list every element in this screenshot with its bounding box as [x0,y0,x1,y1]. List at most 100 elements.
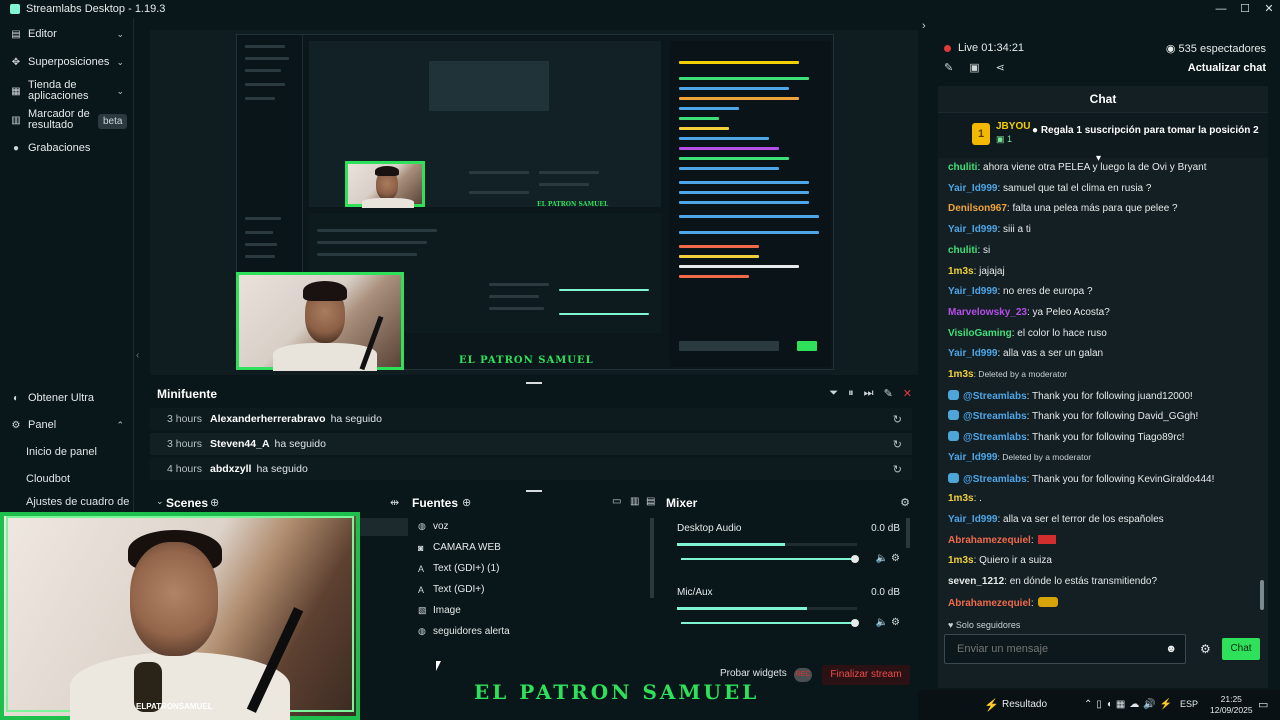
source-item[interactable]: A Text (GDI+) [418,584,484,595]
mute-icon[interactable]: 🔈 ⚙ [876,617,900,628]
chat-input-field[interactable]: ☻ [944,634,1186,664]
source-item[interactable]: ◙ CAMARA WEB [418,542,501,553]
refresh-chat-button[interactable]: Actualizar chat [1188,62,1266,74]
chat-message: chuliti: si [948,245,990,256]
sidebar-item-label: Panel [28,419,57,431]
source-settings-icon[interactable]: ▤ [646,496,655,507]
preview-webcam-overlay [236,272,404,371]
sidebar-item-overlays[interactable]: ✥ Superposiciones ⌄ [0,56,134,68]
chat-username[interactable]: Yair_Id999 [948,286,997,297]
mixer-settings-icon[interactable]: ⚙ [900,496,910,509]
chat-username[interactable]: Abrahamezequiel [948,598,1031,609]
chevron-right-icon[interactable]: › [922,20,926,32]
share-icon[interactable]: ⋖ [996,61,1005,74]
sidebar-item-panel[interactable]: ⚙ Panel ⌃ [0,419,134,431]
notification-icon[interactable]: ▭ [1258,698,1268,711]
edit-stream-icon[interactable]: ✎ [944,61,953,74]
sidebar-sub-panel-home[interactable]: Inicio de panel [26,446,97,458]
chat-username[interactable]: Yair_Id999 [948,348,997,359]
chat-username[interactable]: seven_1212 [948,576,1004,587]
minifeed-header: Minifuente ⏷ ⏸ ⏭ ✎ ✕ [150,384,918,404]
end-stream-button[interactable]: Finalizar stream [822,665,910,685]
chat-username[interactable]: @Streamlabs [963,432,1027,443]
chat-username[interactable]: Yair_Id999 [948,452,997,463]
mute-icon[interactable]: 🔈 ⚙ [876,553,900,564]
chat-username[interactable]: Abrahamezequiel [948,535,1031,546]
chat-username[interactable]: Yair_Id999 [948,224,997,235]
repeat-alert-icon[interactable]: ↻ [893,413,902,426]
chat-message: Yair_Id999: siii a ti [948,224,1031,235]
app-taskbar-icon[interactable]: ⚡ [984,698,999,712]
pause-icon[interactable]: ⏸ [848,387,854,400]
taskbar-app-label[interactable]: Resultado [1002,699,1047,710]
chat-username[interactable]: VisiloGaming [948,328,1012,339]
chat-username[interactable]: Denilson967 [948,203,1007,214]
maximize-button[interactable]: ☐ [1234,0,1256,18]
sidebar-item-recordings[interactable]: ● Grabaciones [0,142,134,154]
source-item[interactable]: ▧ Image [418,605,461,616]
sidebar-sub-frame-settings[interactable]: Ajustes de cuadro de [26,496,129,508]
sidebar-item-store[interactable]: ▦ Tienda de aplicaciones ⌄ [0,80,134,102]
chat-message: Yair_Id999: no eres de europa ? [948,286,1093,297]
source-item[interactable]: ◍ seguidores alerta [418,626,510,637]
source-item[interactable]: A Text (GDI+) (1) [418,563,499,574]
repeat-alert-icon[interactable]: ↻ [893,463,902,476]
repeat-alert-icon[interactable]: ↻ [893,438,902,451]
record-button[interactable]: REC [794,668,812,682]
chat-message: Yair_Id999: Deleted by a moderator [948,452,1091,463]
chat-username[interactable]: 1m3s [948,555,974,566]
feed-action: ha seguido [330,413,382,425]
title-bar: Streamlabs Desktop - 1.19.3 — ☐ ✕ [0,0,1280,18]
chat-username[interactable]: 1m3s [948,266,974,277]
chevron-down-icon[interactable]: ⌄ [156,496,164,507]
chat-username[interactable]: @Streamlabs [963,411,1027,422]
sidebar-sub-cloudbot[interactable]: Cloudbot [26,473,70,485]
chat-username[interactable]: 1m3s [948,369,974,380]
source-folder-icon[interactable]: ▥ [630,496,639,507]
filter-icon[interactable]: ⏷ [829,387,838,400]
stream-info-icon[interactable]: ▣ [969,61,979,74]
chat-username[interactable]: chuliti [948,162,977,173]
chat-scrollbar[interactable] [1260,580,1264,610]
test-widgets-button[interactable]: Probar widgets [720,668,787,679]
volume-slider[interactable] [681,619,859,627]
source-item[interactable]: ◍ voz [418,521,449,532]
sidebar-item-ultra[interactable]: ◐ Obtener Ultra [0,392,134,404]
mute-alerts-icon[interactable]: ✎ [884,387,893,400]
chat-username[interactable]: chuliti [948,245,977,256]
add-scene-icon[interactable]: ⊕ [210,496,219,509]
docks-resize-handle[interactable] [526,490,542,492]
emoji-icon[interactable]: ☻ [1165,643,1177,655]
minimize-button[interactable]: — [1210,0,1232,18]
sidebar-item-editor[interactable]: ▤ Editor ⌄ [0,28,134,40]
chat-username[interactable]: Marvelowsky_23 [948,307,1027,318]
skip-icon[interactable]: ⏭ [864,387,874,400]
chat-username[interactable]: Yair_Id999 [948,183,997,194]
system-tray-icons[interactable]: ⌃▯◖▦☁🔊⚡ [1084,699,1176,710]
mixer-scrollbar[interactable] [906,518,910,548]
volume-slider[interactable] [681,555,859,563]
close-button[interactable]: ✕ [1258,0,1280,18]
chat-username[interactable]: 1m3s [948,493,974,504]
scene-item-selected[interactable] [360,518,408,536]
chat-username[interactable]: @Streamlabs [963,391,1027,402]
language-indicator[interactable]: ESP [1180,699,1198,709]
volume-slider-knob[interactable] [851,619,859,627]
unmute-alerts-icon[interactable]: ✕ [903,387,912,400]
chat-message: 1m3s: jajajaj [948,266,1005,277]
source-group-icon[interactable]: ▭ [612,496,621,507]
collapse-sidebar-icon[interactable]: ‹ [136,350,139,361]
volume-slider-knob[interactable] [851,555,859,563]
chat-settings-icon[interactable]: ⚙ [1200,642,1211,656]
add-source-icon[interactable]: ⊕ [462,496,471,509]
chat-username[interactable]: Yair_Id999 [948,514,997,525]
sources-scrollbar[interactable] [650,518,654,598]
stream-preview[interactable]: EL PATRON SAMUEL EL PATRON SAMUEL [150,30,918,375]
send-chat-button[interactable]: Chat [1222,638,1260,660]
chat-username[interactable]: @Streamlabs [963,474,1027,485]
scene-transitions-icon[interactable]: ⇹ [390,496,399,509]
clock[interactable]: 21:25 12/09/2025 [1210,694,1253,716]
chat-input[interactable] [945,635,1155,663]
sub-leaderboard-banner[interactable]: 1 JBYOU ▣ 1 ● Regala 1 suscripción para … [938,112,1268,164]
chat-message: Yair_Id999: alla va ser el terror de los… [948,514,1164,525]
